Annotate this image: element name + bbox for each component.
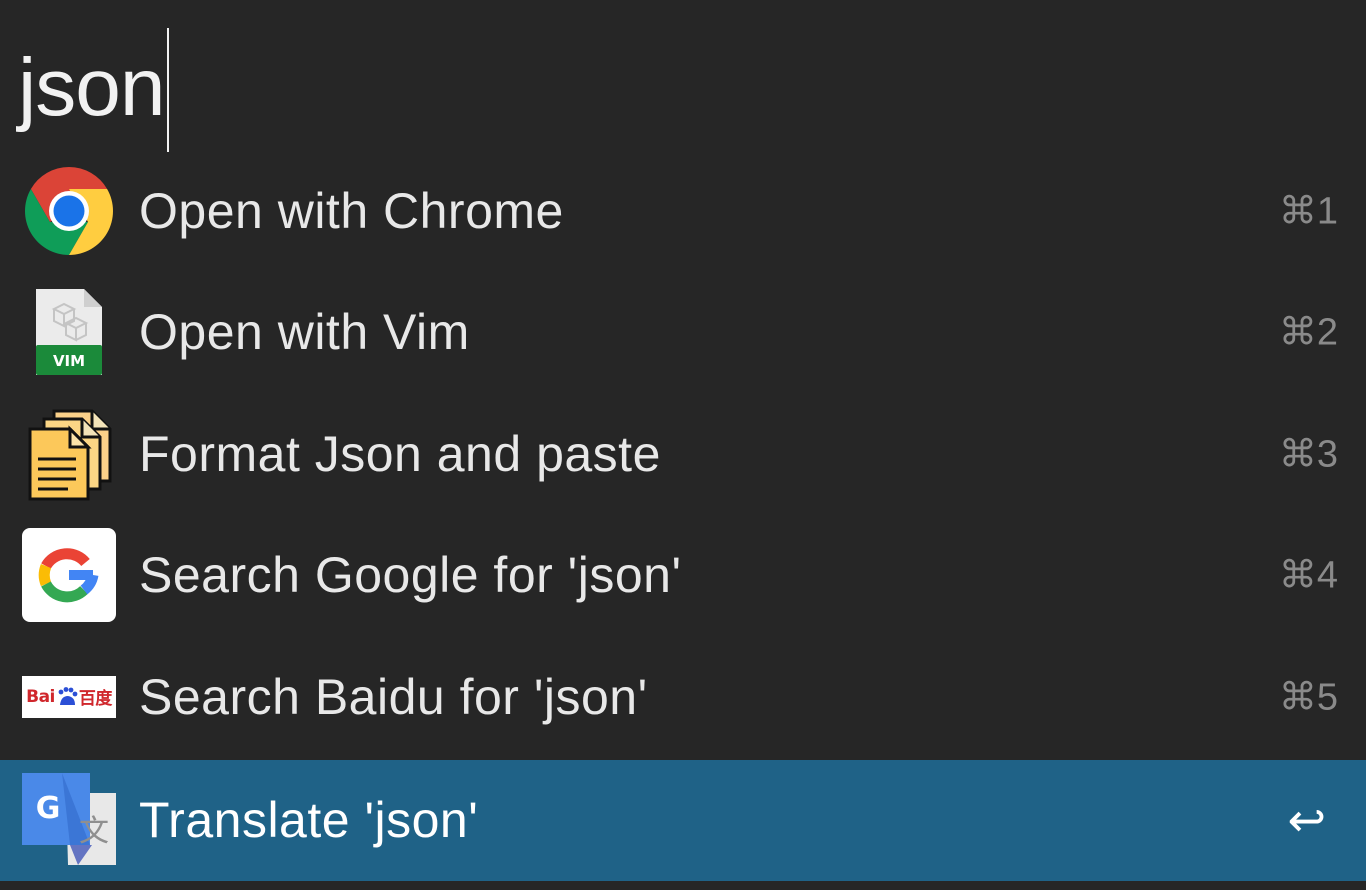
google-icon (22, 528, 116, 623)
shortcut-hint: ⌘5 (1278, 676, 1338, 719)
shortcut-hint: ⌘1 (1278, 190, 1338, 233)
shortcut-hint: ⌘3 (1278, 433, 1338, 476)
result-open-with-chrome[interactable]: Open with Chrome ⌘1 (0, 150, 1366, 272)
svg-text:VIM: VIM (53, 352, 85, 370)
result-open-with-vim[interactable]: VIM Open with Vim ⌘2 (0, 272, 1366, 394)
result-search-google[interactable]: Search Google for 'json' ⌘4 (0, 515, 1366, 637)
google-translate-icon: G 文 (22, 773, 116, 867)
vim-file-icon: VIM (22, 285, 116, 379)
query-input[interactable]: json (18, 26, 170, 152)
chrome-icon (22, 164, 116, 258)
result-title: Search Google for 'json' (139, 547, 682, 604)
results-list: Open with Chrome ⌘1 VIM Open with Vim ⌘2… (0, 150, 1366, 881)
svg-text:G: G (36, 791, 61, 826)
result-format-json-and-paste[interactable]: Format Json and paste ⌘3 (0, 393, 1366, 515)
paste-documents-icon (22, 407, 116, 501)
baidu-icon: Bai 百度 (22, 650, 116, 744)
query-text: json (18, 42, 165, 133)
result-title: Translate 'json' (139, 792, 479, 848)
svg-text:文: 文 (79, 814, 109, 849)
result-translate[interactable]: G 文 Translate 'json' ↩ (0, 759, 1366, 881)
query-bar[interactable]: json (0, 0, 1366, 152)
result-title: Format Json and paste (139, 425, 661, 482)
result-title: Open with Vim (139, 304, 470, 361)
shortcut-hint: ⌘2 (1278, 311, 1338, 354)
result-title: Open with Chrome (139, 182, 564, 239)
result-search-baidu[interactable]: Bai 百度 Search Baidu for 'json' ⌘5 (0, 636, 1366, 758)
text-caret (167, 28, 170, 152)
enter-key-hint: ↩ (1287, 794, 1326, 846)
result-title: Search Baidu for 'json' (139, 668, 648, 725)
launcher-window: json Open with Chrome ⌘1 VIM Open with V… (0, 0, 1366, 890)
shortcut-hint: ⌘4 (1278, 554, 1338, 597)
